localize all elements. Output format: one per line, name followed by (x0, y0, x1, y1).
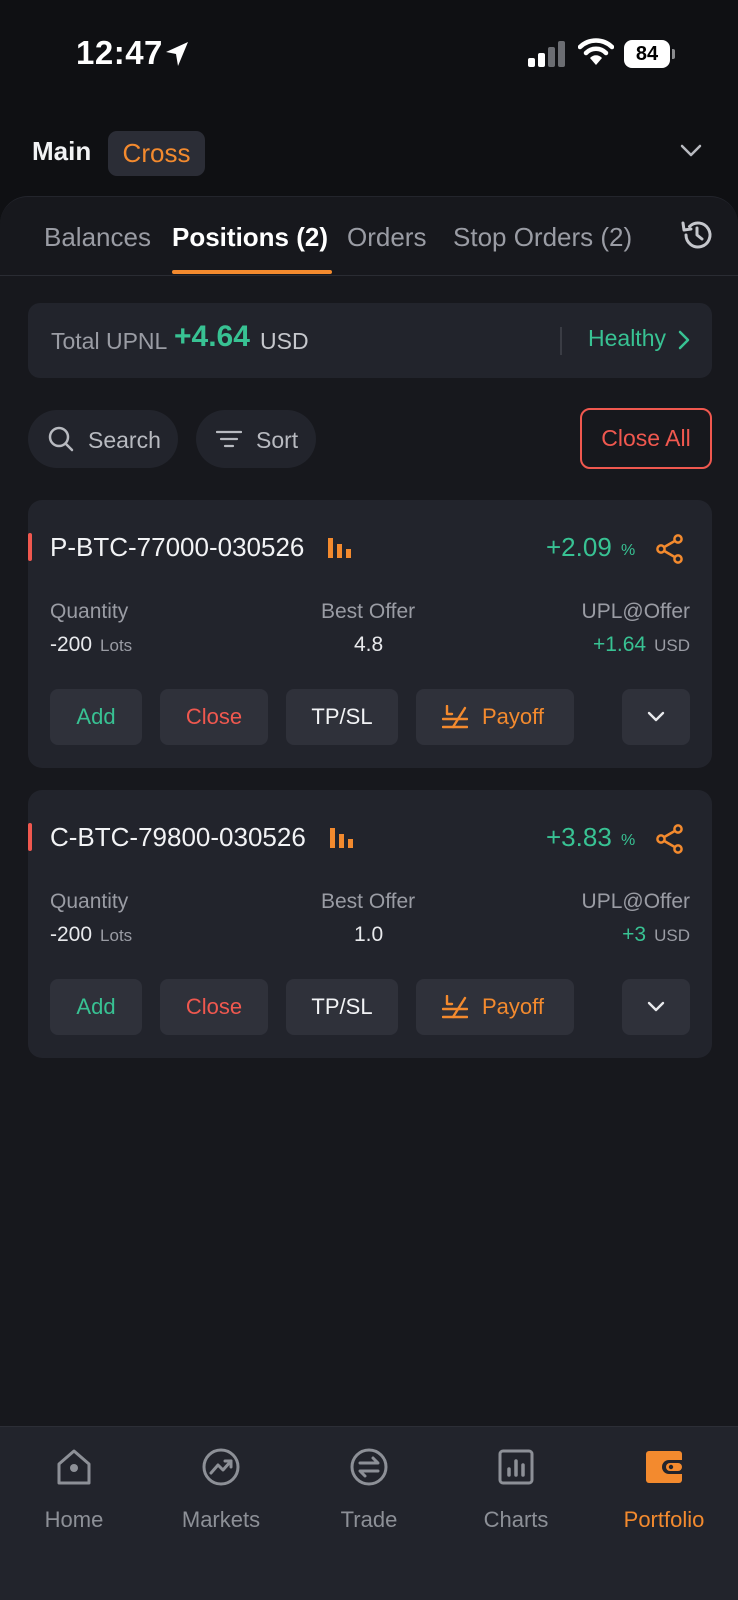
payoff-chart-icon (442, 705, 468, 729)
cellular-signal-icon (528, 41, 565, 67)
expand-button[interactable] (622, 689, 690, 745)
upnl-value: +4.64 (174, 320, 250, 353)
share-icon[interactable] (656, 534, 684, 564)
wallet-icon (646, 1451, 682, 1483)
position-pnl-percent: +3.83 (546, 822, 612, 852)
bar-chart-icon[interactable] (328, 536, 352, 558)
nav-home[interactable]: Home (0, 1427, 148, 1547)
tab-balances[interactable]: Balances (44, 222, 151, 253)
nav-markets[interactable]: Markets (147, 1427, 295, 1547)
upl-value: +1.64 USD (592, 633, 690, 656)
search-label: Search (88, 427, 161, 453)
best-offer-value: 1.0 (354, 923, 384, 946)
nav-trade[interactable]: Trade (295, 1427, 443, 1547)
battery-indicator: 84 (624, 40, 675, 68)
sort-label: Sort (256, 427, 299, 453)
search-button[interactable]: Search (28, 410, 178, 468)
best-offer-label: Best Offer (321, 890, 416, 913)
bottom-nav: Home Markets Trade Charts Portfolio (0, 1426, 738, 1600)
upnl-unit: USD (260, 328, 309, 354)
upl-label: UPL@Offer (581, 890, 690, 913)
divider (560, 327, 562, 355)
best-offer-value: 4.8 (354, 633, 384, 656)
percent-sign: % (621, 832, 636, 849)
best-offer-label: Best Offer (321, 600, 416, 623)
close-position-button[interactable]: Close (160, 689, 268, 745)
share-icon[interactable] (656, 824, 684, 854)
nav-portfolio-label: Portfolio (623, 1507, 705, 1532)
wifi-icon (578, 38, 614, 65)
payoff-button[interactable]: Payoff (416, 689, 574, 745)
chevron-down-icon (647, 1001, 665, 1012)
tab-positions[interactable]: Positions (2) (172, 222, 328, 253)
nav-home-label: Home (44, 1507, 104, 1532)
chevron-down-icon (647, 711, 665, 722)
tab-orders[interactable]: Orders (347, 222, 426, 253)
markets-icon (202, 1448, 240, 1486)
payoff-chart-icon (442, 995, 468, 1019)
nav-portfolio[interactable]: Portfolio (590, 1427, 738, 1547)
nav-trade-label: Trade (340, 1507, 398, 1532)
nav-charts[interactable]: Charts (442, 1427, 590, 1547)
account-name: Main (32, 136, 92, 166)
active-tab-indicator (172, 270, 332, 274)
quantity-value: -200 Lots (50, 923, 133, 946)
percent-sign: % (621, 542, 636, 559)
battery-level: 84 (635, 43, 659, 65)
quantity-label: Quantity (50, 600, 129, 623)
total-upnl-card: Total UPNL +4.64 USD Healthy (28, 303, 712, 378)
position-card: C-BTC-79800-030526 +3.83 % Quantity Best… (28, 790, 712, 1058)
home-icon (57, 1449, 91, 1485)
upl-label: UPL@Offer (581, 600, 690, 623)
tab-stop-orders[interactable]: Stop Orders (2) (453, 222, 632, 253)
upl-value: +3 USD (622, 923, 690, 946)
position-symbol[interactable]: P-BTC-77000-030526 (50, 532, 304, 563)
close-all-button[interactable]: Close All (580, 408, 712, 469)
tpsl-button[interactable]: TP/SL (286, 979, 398, 1035)
quantity-value: -200 Lots (50, 633, 133, 656)
sort-icon (216, 430, 242, 448)
add-button[interactable]: Add (50, 689, 142, 745)
search-icon (48, 426, 74, 452)
status-bar: 12:47 84 (0, 0, 738, 100)
position-symbol[interactable]: C-BTC-79800-030526 (50, 822, 306, 853)
margin-health-link[interactable]: Healthy (588, 325, 666, 352)
chevron-right-icon[interactable] (678, 330, 690, 350)
charts-icon (498, 1449, 534, 1485)
payoff-label: Payoff (482, 994, 544, 1019)
payoff-button[interactable]: Payoff (416, 979, 574, 1035)
tpsl-button[interactable]: TP/SL (286, 689, 398, 745)
sort-button[interactable]: Sort (196, 410, 316, 468)
nav-markets-label: Markets (181, 1507, 261, 1532)
short-position-marker (28, 823, 32, 851)
position-pnl-percent: +2.09 (546, 532, 612, 562)
short-position-marker (28, 533, 32, 561)
expand-button[interactable] (622, 979, 690, 1035)
add-button[interactable]: Add (50, 979, 142, 1035)
tab-bar: Balances Positions (2) Orders Stop Order… (0, 196, 738, 276)
payoff-label: Payoff (482, 704, 544, 729)
upnl-label: Total UPNL (51, 328, 168, 354)
quantity-label: Quantity (50, 890, 129, 913)
history-icon[interactable] (680, 218, 714, 252)
bar-chart-icon[interactable] (330, 826, 354, 848)
chevron-down-icon[interactable] (680, 144, 702, 158)
position-card: P-BTC-77000-030526 +2.09 % Quantity Best… (28, 500, 712, 768)
location-arrow-icon (166, 42, 188, 66)
nav-charts-label: Charts (483, 1507, 549, 1532)
status-time: 12:47 (76, 34, 163, 71)
margin-mode-badge[interactable]: Cross (108, 131, 205, 176)
trade-icon (350, 1448, 388, 1486)
close-position-button[interactable]: Close (160, 979, 268, 1035)
